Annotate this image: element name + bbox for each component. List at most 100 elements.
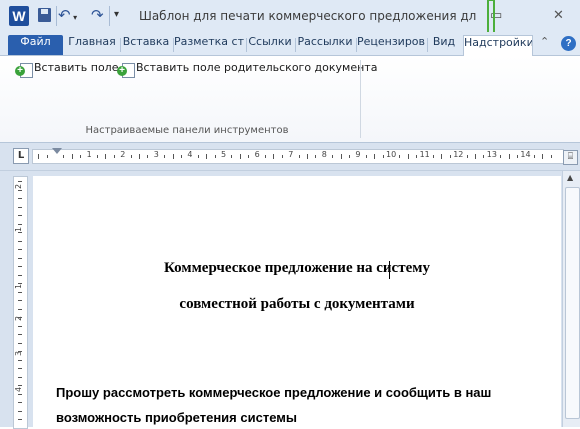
ruler-tick <box>332 155 334 158</box>
vruler-tick <box>18 189 22 191</box>
ruler-number: 6 <box>254 150 260 159</box>
ribbon-panel: Вставить поле Вставить поле родительског… <box>0 56 580 143</box>
ruler-number: 1 <box>86 150 92 159</box>
ruler-tick <box>281 155 283 158</box>
vruler-tick <box>18 206 22 208</box>
tab-stop-selector[interactable]: L <box>13 148 29 164</box>
vruler-tick <box>18 249 22 250</box>
vruler-tick <box>18 274 22 276</box>
scroll-up-icon[interactable]: ▲ <box>567 173 573 182</box>
ruler-tick <box>340 154 342 159</box>
ruler-tick <box>500 155 502 158</box>
tab-addins[interactable]: Надстройки <box>463 35 533 57</box>
document-title-line-2: совместной работы с документами <box>179 296 415 312</box>
ruler-tick <box>130 155 132 158</box>
document-page[interactable]: Коммерческое предложение на систему совм… <box>33 176 561 427</box>
ruler-number: 13 <box>486 150 497 159</box>
document-body-line-2: возможность приобретения системы <box>56 410 297 425</box>
ruler-tick <box>298 155 300 158</box>
undo-icon[interactable]: ↶ ▾ <box>58 6 77 24</box>
insert-parent-field-icon <box>117 63 135 78</box>
ruler-tick <box>382 155 384 158</box>
view-ruler-icon[interactable]: ⌸ <box>563 150 578 165</box>
customize-qat-icon[interactable]: ▾ <box>114 9 119 25</box>
ruler-tick <box>508 154 510 159</box>
ruler-tick <box>273 154 275 159</box>
collapse-ribbon-icon[interactable]: ⌃ <box>540 35 549 48</box>
ruler-tick <box>349 155 350 158</box>
ruler-tick <box>214 155 216 158</box>
ruler-tick <box>307 154 308 159</box>
vruler-tick <box>18 351 22 352</box>
ruler-tick <box>147 155 149 158</box>
save-icon[interactable] <box>38 8 51 22</box>
vruler-tick <box>18 342 22 344</box>
ruler-number: 8 <box>321 150 327 159</box>
ruler-tick <box>416 155 418 158</box>
tab-references[interactable]: Ссылки <box>246 35 294 55</box>
vruler-tick <box>18 393 22 395</box>
vruler-tick <box>18 317 22 318</box>
word-app-icon[interactable]: W <box>9 6 29 26</box>
ruler-tick <box>206 154 208 159</box>
tab-insert[interactable]: Вставка <box>120 35 172 55</box>
group-separator <box>360 60 361 138</box>
tab-view[interactable]: Вид <box>427 35 461 55</box>
vruler-tick <box>18 325 22 327</box>
redo-icon[interactable]: ↷ <box>91 6 104 24</box>
ruler-tick <box>248 155 250 158</box>
ruler-number: 14 <box>520 150 531 159</box>
vruler-tick <box>18 402 22 403</box>
vruler-number: 4 <box>14 386 24 393</box>
qat-separator <box>109 6 110 26</box>
ruler-tick <box>542 154 544 159</box>
close-button[interactable]: ✕ <box>553 8 564 23</box>
vruler-tick <box>18 359 22 361</box>
vruler-number: 1 <box>14 283 24 290</box>
insert-field-icon <box>15 63 33 78</box>
help-icon[interactable]: ? <box>561 36 576 51</box>
vruler-tick <box>18 410 22 412</box>
vruler-number: 2 <box>14 183 24 190</box>
vruler-tick <box>18 308 22 310</box>
ruler-number: 7 <box>288 150 294 159</box>
ribbon-tabs: Файл Главная Вставка Разметка ст Ссылки … <box>0 32 580 57</box>
ruler-number: 4 <box>187 150 193 159</box>
document-body-line-1: Прошу рассмотреть коммерческое предложен… <box>56 385 492 400</box>
ruler-number: 10 <box>386 150 397 159</box>
indent-marker[interactable] <box>52 148 62 154</box>
ruler-tick <box>231 155 233 158</box>
ruler-tick <box>105 154 107 159</box>
vruler-tick <box>18 334 22 335</box>
tab-review[interactable]: Рецензиров <box>356 35 426 55</box>
ruler-number: 9 <box>355 150 361 159</box>
document-title-line-1: Коммерческое предложение на систему <box>164 260 430 276</box>
scroll-thumb[interactable] <box>565 187 580 419</box>
tab-mailings[interactable]: Рассылки <box>295 35 355 55</box>
vertical-ruler[interactable]: 211234 <box>13 176 28 429</box>
horizontal-ruler-area: L 1 2 3 4 5 6 7 8 9 10 11 12 13 14 <box>0 143 580 171</box>
ruler-tick <box>433 155 434 158</box>
horizontal-ruler[interactable]: 1 2 3 4 5 6 7 8 9 10 11 12 13 14 <box>32 149 564 164</box>
ruler-tick <box>181 155 182 158</box>
tab-home[interactable]: Главная <box>66 35 118 55</box>
tab-file[interactable]: Файл <box>8 35 63 55</box>
ruler-tick <box>407 154 409 159</box>
vruler-tick <box>18 368 22 369</box>
ruler-tick <box>239 154 241 159</box>
ruler-tick <box>374 154 376 159</box>
ruler-tick <box>172 154 174 159</box>
ruler-tick <box>197 155 199 158</box>
ruler-tick <box>265 155 266 158</box>
vruler-tick <box>18 385 22 386</box>
vruler-tick <box>18 300 22 301</box>
undo-dropdown-icon[interactable]: ▾ <box>71 13 77 22</box>
tab-page-layout[interactable]: Разметка ст <box>173 35 245 55</box>
ruler-tick <box>80 155 82 158</box>
vruler-tick <box>18 283 22 284</box>
ruler-tick <box>365 155 367 158</box>
vruler-tick <box>18 232 22 233</box>
vruler-tick <box>18 198 22 199</box>
vertical-scrollbar[interactable]: ▲ <box>562 171 580 427</box>
ruler-tick <box>113 155 115 158</box>
